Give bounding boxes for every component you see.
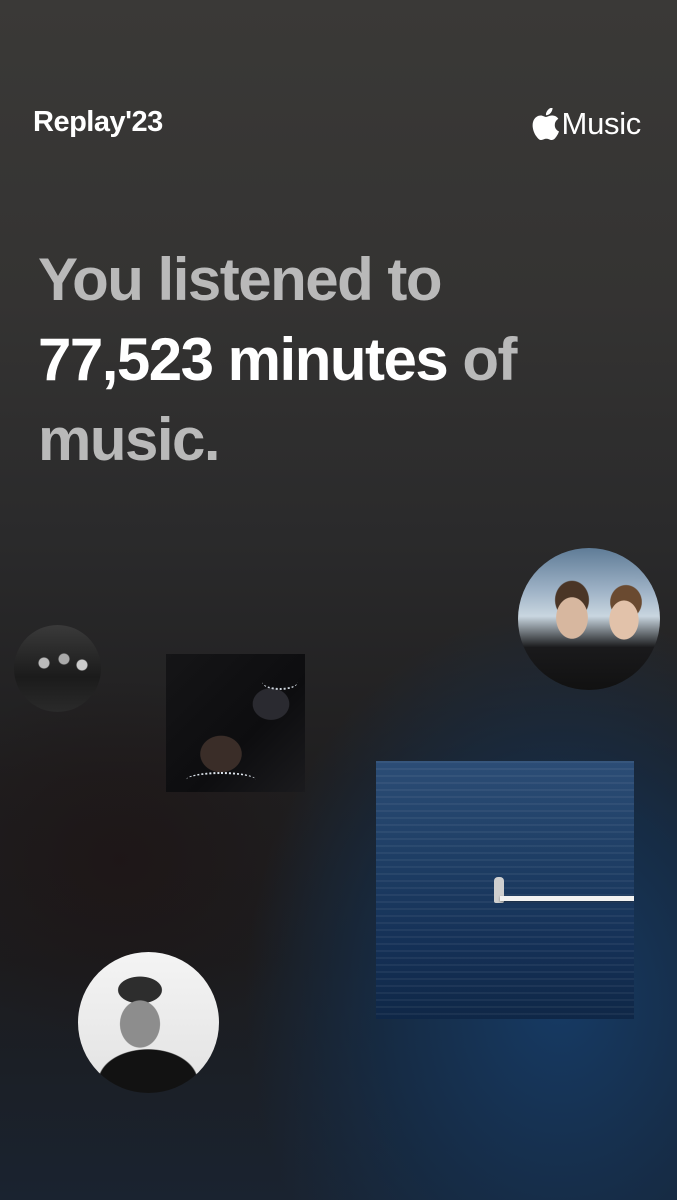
- minutes-count: 77,523 minutes: [38, 326, 449, 393]
- album-art-ocean: [376, 761, 634, 1019]
- album-art-dark: [166, 654, 305, 792]
- helmet-light-detail: [186, 772, 256, 788]
- helmet-light-detail-2: [262, 674, 298, 690]
- artist-photo-portrait: [78, 952, 219, 1093]
- apple-music-logo: Music: [532, 106, 641, 142]
- artist-photo-duo: [518, 548, 660, 690]
- headline: You listened to 77,523 minutes of music.: [38, 240, 638, 480]
- brand-label: Music: [561, 106, 642, 141]
- diving-board: [500, 896, 634, 901]
- headline-music: music.: [38, 406, 221, 473]
- replay-title: Replay'23: [33, 106, 163, 138]
- headline-intro: You listened to: [38, 246, 443, 313]
- apple-icon: [532, 108, 559, 140]
- artist-photo-band: [14, 625, 101, 712]
- headline-of: of: [462, 326, 517, 393]
